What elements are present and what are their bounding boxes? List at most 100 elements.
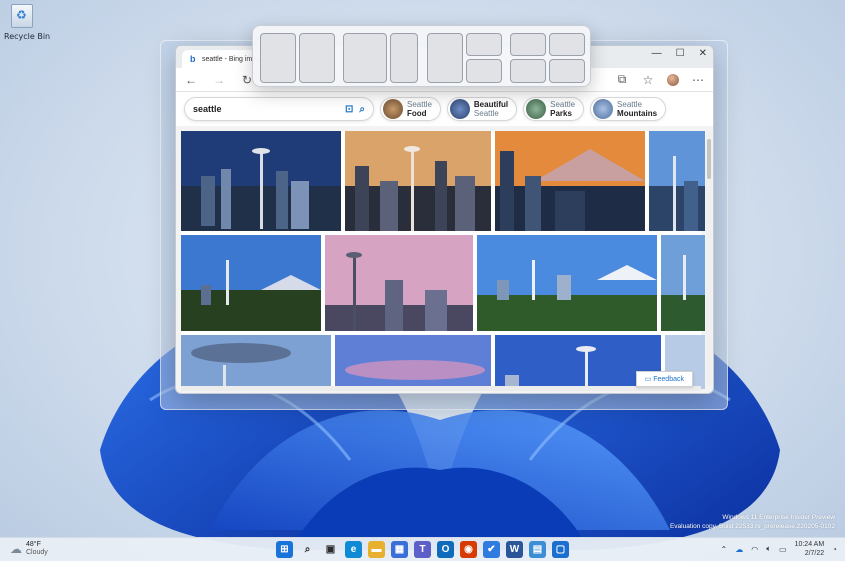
snap-layout-halves	[260, 33, 335, 83]
chip-label-line2: Seattle	[473, 109, 499, 118]
back-icon[interactable]: ←	[184, 73, 198, 87]
snap-zone[interactable]	[427, 33, 463, 83]
chip-thumbnail	[526, 99, 547, 119]
chip-label-line2: Parks	[550, 109, 572, 118]
weather-widget[interactable]: ☁ 48°F Cloudy	[10, 541, 48, 557]
chip-thumbnail	[593, 99, 614, 119]
image-results-grid	[181, 131, 705, 389]
scrollbar-thumb[interactable]	[707, 139, 711, 179]
notepad-icon[interactable]: ▤	[529, 541, 546, 558]
snap-zone[interactable]	[299, 33, 335, 83]
result-image[interactable]	[661, 235, 705, 331]
feedback-button[interactable]: ▭ Feedback	[635, 371, 693, 387]
feedback-icon: ▭	[644, 376, 654, 383]
result-image[interactable]	[335, 335, 491, 389]
result-image[interactable]	[181, 131, 341, 231]
battery-icon[interactable]: ▭	[779, 545, 787, 554]
result-image[interactable]	[345, 131, 491, 231]
recycle-bin[interactable]: Recycle Bin	[4, 4, 51, 41]
bing-icon: b	[190, 54, 196, 64]
maximize-button[interactable]: ☐	[676, 48, 685, 59]
clock-time: 10:24 AM	[794, 541, 825, 548]
chip-seattle-mountains[interactable]: Seattle Mountains	[590, 97, 667, 121]
horizontal-scrollbar[interactable]	[181, 386, 701, 391]
search-input[interactable]: seattle	[193, 104, 339, 114]
snap-layout-two-thirds	[343, 33, 418, 83]
favorites-icon[interactable]: ☆	[641, 73, 655, 87]
chip-label-line1: Beautiful	[473, 100, 509, 109]
watermark-line1: Windows 11 Enterprise Insider Preview	[722, 514, 835, 521]
chip-label-line2: Food	[407, 109, 427, 118]
window-controls: — ☐ ✕	[652, 48, 707, 59]
browser-window: b seattle - Bing imag — ☐ ✕ ← → ↻ ⧉ ☆ ⋯ …	[175, 45, 714, 394]
profile-avatar[interactable]	[667, 73, 679, 86]
snap-zone[interactable]	[260, 33, 296, 83]
extensions-icon[interactable]: ⧉	[615, 72, 629, 87]
cloud-icon: ☁	[10, 542, 22, 556]
search-icon[interactable]: ⌕	[299, 541, 316, 558]
wifi-icon[interactable]: ◠	[751, 545, 758, 554]
chip-thumbnail	[383, 99, 403, 119]
result-image[interactable]	[649, 131, 705, 231]
minimize-button[interactable]: —	[652, 48, 662, 59]
snap-zone[interactable]	[343, 33, 387, 83]
snap-zone[interactable]	[510, 33, 546, 56]
store-icon[interactable]: ▦	[391, 541, 408, 558]
snap-layout-main-side-stack	[427, 33, 502, 83]
taskbar: ☁ 48°F Cloudy ⊞ ⌕ ▣ e ▬ ▦ T O ◉ ✔ W ▤ ▢ ⌃ ☁ ◠ 🔈︎ ▭ 1…	[0, 537, 845, 561]
recycle-bin-label: Recycle Bin	[4, 32, 51, 41]
teams-icon[interactable]: T	[414, 541, 431, 558]
feedback-label: Feedback	[653, 376, 684, 383]
edge-icon[interactable]: e	[345, 541, 362, 558]
chip-label-line1: Seattle	[550, 100, 576, 109]
recycle-bin-icon	[11, 4, 33, 28]
chip-label-line1: Seattle	[617, 100, 642, 109]
snap-layouts-flyout	[252, 25, 591, 87]
result-image[interactable]	[495, 131, 645, 231]
result-image[interactable]	[181, 335, 331, 389]
search-box[interactable]: seattle ⊡ ⌕	[184, 97, 374, 121]
notifications-icon[interactable]: ◔	[832, 545, 837, 554]
clock[interactable]: 10:24 AM 2/7/22	[795, 540, 825, 558]
forward-icon[interactable]: →	[212, 73, 226, 87]
snap-layout-quadrants	[510, 33, 585, 83]
taskbar-apps: ⊞ ⌕ ▣ e ▬ ▦ T O ◉ ✔ W ▤ ▢	[276, 541, 569, 558]
result-image[interactable]	[181, 235, 321, 331]
weather-temperature: 48°F	[26, 541, 41, 548]
start-icon[interactable]: ⊞	[276, 541, 293, 558]
chip-label-line2: Mountains	[617, 109, 658, 118]
office-icon[interactable]: ◉	[460, 541, 477, 558]
snap-zone[interactable]	[510, 59, 546, 83]
outlook-icon[interactable]: O	[437, 541, 454, 558]
visual-search-icon[interactable]: ⊡	[345, 104, 353, 115]
more-menu-icon[interactable]: ⋯	[691, 73, 705, 87]
snap-zone[interactable]	[549, 33, 585, 56]
remote-desktop-icon[interactable]: ▢	[552, 541, 569, 558]
chevron-up-icon[interactable]: ⌃	[721, 545, 728, 554]
watermark-line2: Evaluation copy. Build 22533.rs_prerelea…	[669, 523, 835, 530]
chip-seattle-food[interactable]: Seattle Food	[380, 97, 441, 121]
chip-beautiful-seattle[interactable]: Beautiful Seattle	[446, 97, 518, 121]
chip-thumbnail	[449, 99, 470, 119]
result-image[interactable]	[477, 235, 657, 331]
search-icon[interactable]: ⌕	[359, 104, 365, 115]
vertical-scrollbar[interactable]	[706, 131, 712, 386]
volume-icon[interactable]: 🔈︎	[766, 544, 771, 554]
build-watermark: Windows 11 Enterprise Insider Preview Ev…	[670, 513, 835, 531]
chip-seattle-parks[interactable]: Seattle Parks	[523, 97, 585, 121]
snap-zone[interactable]	[466, 33, 502, 56]
word-icon[interactable]: W	[506, 541, 523, 558]
close-button[interactable]: ✕	[699, 48, 707, 59]
chip-label-line1: Seattle	[407, 100, 432, 109]
todo-icon[interactable]: ✔	[483, 541, 500, 558]
snap-zone[interactable]	[466, 59, 502, 83]
task-view-icon[interactable]: ▣	[322, 541, 339, 558]
snap-zone[interactable]	[549, 59, 585, 83]
snap-zone[interactable]	[390, 33, 418, 83]
file-explorer-icon[interactable]: ▬	[368, 541, 385, 558]
weather-condition: Cloudy	[26, 549, 48, 556]
onedrive-icon[interactable]: ☁	[735, 545, 743, 554]
result-image[interactable]	[325, 235, 473, 331]
system-tray: ⌃ ☁ ◠ 🔈︎ ▭ 10:24 AM 2/7/22 ◔	[721, 540, 837, 558]
clock-date: 2/7/22	[804, 550, 825, 557]
